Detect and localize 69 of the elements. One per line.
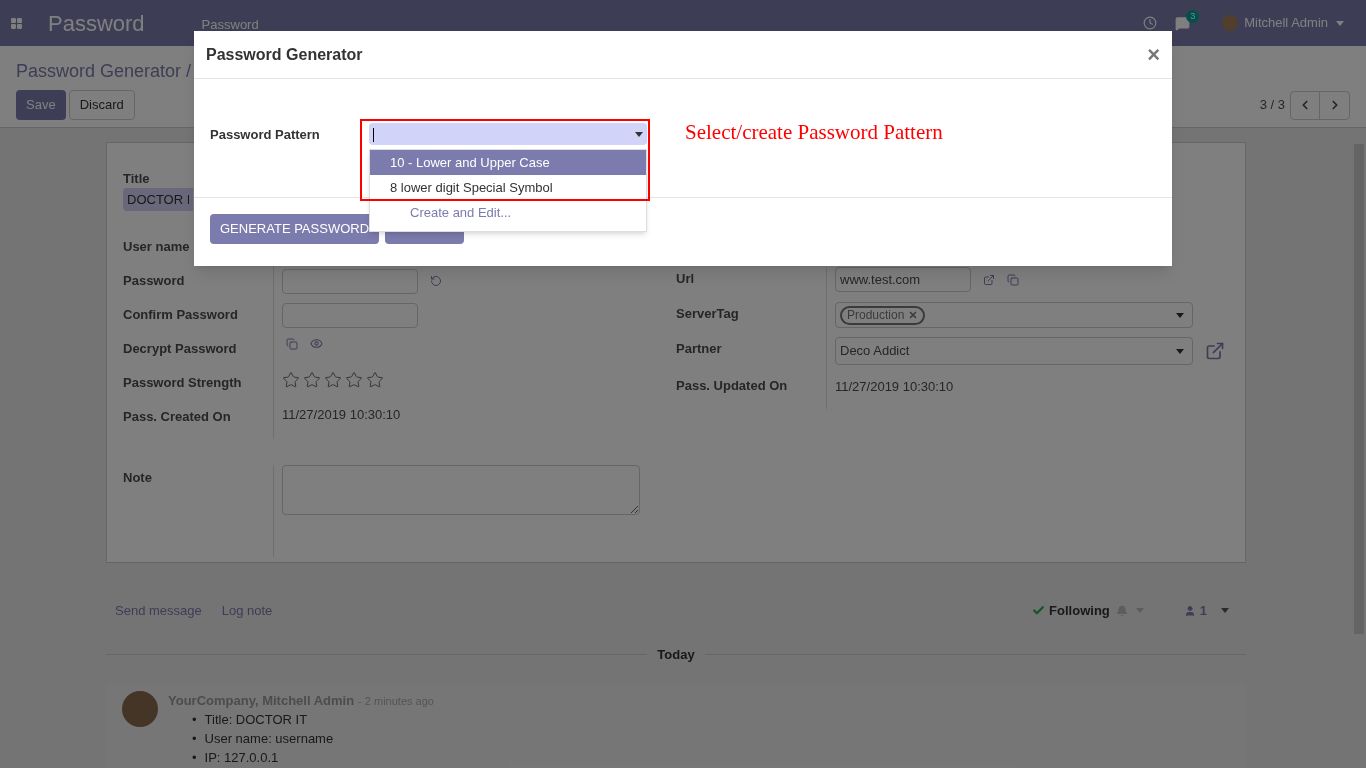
breadcrumb[interactable]: Password Generator /: [16, 61, 192, 81]
copy-icon[interactable]: [286, 337, 298, 350]
title-field[interactable]: DOCTOR I: [123, 188, 193, 211]
caret-icon: [1176, 312, 1184, 318]
caret-icon: [1336, 20, 1344, 26]
field-value: 11/27/2019 10:30:10: [835, 378, 954, 394]
tag[interactable]: Production: [840, 305, 926, 325]
select-field[interactable]: Deco Addict: [835, 337, 1193, 365]
star-icon: [366, 371, 384, 389]
bullet: •: [192, 712, 197, 728]
message-line: IP: 127.0.0.1: [204, 750, 279, 766]
input-field[interactable]: [282, 303, 418, 328]
field-label: User name: [123, 238, 191, 256]
field-label: ServerTag: [676, 305, 740, 323]
remove-icon[interactable]: [908, 310, 919, 320]
following-button[interactable]: Following: [1032, 601, 1110, 621]
activity-clock-icon[interactable]: [1143, 16, 1158, 30]
field-label: Decrypt Password: [123, 340, 238, 358]
star-icon: [345, 371, 363, 389]
user-menu[interactable]: Mitchell Admin: [1244, 13, 1328, 33]
tags-field[interactable]: Production: [835, 302, 1193, 328]
generate-password-button[interactable]: GENERATE PASSWORD: [210, 214, 380, 244]
person-icon: [1183, 604, 1196, 617]
message-line: Title: DOCTOR IT: [204, 712, 308, 728]
field-label: Url: [676, 270, 696, 288]
external-link-icon[interactable]: [1205, 341, 1225, 361]
field-label: Confirm Password: [123, 306, 239, 324]
star-rating[interactable]: [282, 371, 384, 389]
star-icon: [324, 371, 342, 389]
field-value: 11/27/2019 10:30:10: [282, 406, 401, 424]
bullet: •: [192, 750, 197, 766]
external-link-icon[interactable]: [983, 273, 995, 286]
field-label: Password Strength: [123, 374, 243, 392]
note-field[interactable]: [282, 465, 640, 515]
refresh-icon[interactable]: [430, 275, 442, 287]
input-field[interactable]: [282, 269, 418, 294]
field-label: Password Pattern: [210, 126, 321, 144]
annotation-text: Select/create Password Pattern: [685, 119, 943, 146]
field-label: Note: [123, 469, 153, 487]
save-button[interactable]: Save: [16, 90, 66, 120]
caret-icon: [1221, 608, 1229, 614]
field-label: Password: [123, 272, 186, 290]
discard-button[interactable]: Discard: [68, 90, 135, 120]
star-icon: [303, 371, 321, 389]
dropdown-option[interactable]: 10 - Lower and Upper Case: [370, 150, 646, 175]
pager-value: 3 / 3: [1259, 96, 1285, 115]
caret-icon: [635, 131, 643, 137]
eye-icon[interactable]: [310, 337, 323, 350]
field-label: Title: [123, 171, 151, 187]
caret-icon: [1176, 348, 1184, 354]
bullet: •: [192, 731, 197, 747]
field-label: Partner: [676, 340, 723, 358]
message-line: User name: username: [204, 731, 334, 747]
copy-icon[interactable]: [1007, 273, 1019, 286]
author-avatar: [122, 691, 158, 727]
user-avatar: [1222, 15, 1239, 31]
app-title: Password: [48, 9, 145, 38]
notification-badge: 3: [1186, 9, 1200, 23]
star-icon: [282, 371, 300, 389]
pattern-select-field[interactable]: [369, 123, 647, 145]
url-field[interactable]: www.test.com: [835, 267, 971, 292]
dialog-title: Password Generator: [206, 44, 363, 65]
close-button[interactable]: ×: [1147, 43, 1160, 66]
field-label: Pass. Updated On: [676, 377, 789, 395]
menu-link[interactable]: Password: [201, 15, 259, 35]
apps-menu-icon[interactable]: [10, 16, 23, 30]
date-divider: Today: [657, 645, 695, 664]
field-label: Pass. Created On: [123, 408, 232, 426]
chat-icon[interactable]: [1175, 15, 1191, 31]
